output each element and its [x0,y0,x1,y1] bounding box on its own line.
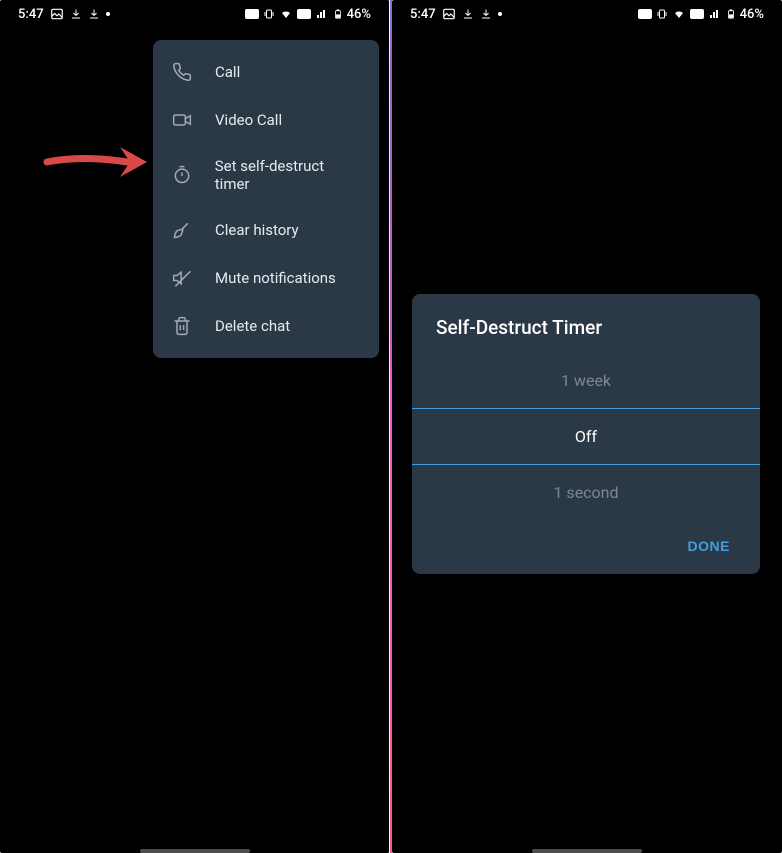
done-button[interactable]: DONE [676,530,742,562]
dot-icon [106,12,110,16]
video-icon [171,109,193,131]
download-icon [70,8,82,20]
menu-mute[interactable]: Mute notifications [153,254,379,302]
picker-option-before[interactable]: 1 week [412,353,760,408]
broom-icon [171,219,193,241]
status-bar: 5:47 46% [0,0,389,28]
dot-icon [498,12,502,16]
wifi-icon [672,8,686,20]
dialog-title: Self-Destruct Timer [412,316,760,353]
timer-icon [171,164,193,186]
menu-label: Call [215,63,240,81]
download-icon-2 [88,8,100,20]
menu-call[interactable]: Call [153,48,379,96]
battery-text: 46% [347,7,371,22]
menu-label: Clear history [215,221,299,239]
lte-icon [297,9,311,19]
trash-icon [171,315,193,337]
vibrate-icon [656,8,668,20]
context-menu: Call Video Call Set self-destruct timer … [153,40,379,358]
menu-label: Mute notifications [215,269,336,287]
image-icon [50,7,64,21]
arrow-annotation [42,135,152,190]
picker-option-selected[interactable]: Off [412,408,760,465]
menu-delete[interactable]: Delete chat [153,302,379,350]
phone-icon [171,61,193,83]
battery-icon [333,7,343,21]
battery-text: 46% [740,7,764,22]
signal-icon [708,8,722,20]
mute-icon [171,267,193,289]
lte-icon [690,9,704,19]
menu-clear-history[interactable]: Clear history [153,206,379,254]
download-icon-2 [480,8,492,20]
menu-label: Set self-destruct timer [215,157,361,193]
download-icon [462,8,474,20]
nav-indicator [532,849,642,853]
status-time: 5:47 [18,7,44,22]
auto-icon [245,9,259,19]
self-destruct-dialog: Self-Destruct Timer 1 week Off 1 second … [412,294,760,574]
vibrate-icon [263,8,275,20]
menu-label: Delete chat [215,317,290,335]
menu-label: Video Call [215,111,282,129]
picker-option-after[interactable]: 1 second [412,465,760,520]
status-time: 5:47 [410,7,436,22]
wifi-icon [279,8,293,20]
nav-indicator [140,849,250,853]
status-bar: 5:47 46% [392,0,782,28]
phone-left: 5:47 46% Call Video Call Set self-dest [0,0,390,853]
battery-icon [726,7,736,21]
auto-icon [638,9,652,19]
image-icon [442,7,456,21]
menu-video-call[interactable]: Video Call [153,96,379,144]
menu-self-destruct[interactable]: Set self-destruct timer [153,144,379,206]
phone-right: 5:47 46% Self-Destruct Timer 1 week Off … [392,0,782,853]
timer-picker[interactable]: 1 week Off 1 second [412,353,760,520]
signal-icon [315,8,329,20]
